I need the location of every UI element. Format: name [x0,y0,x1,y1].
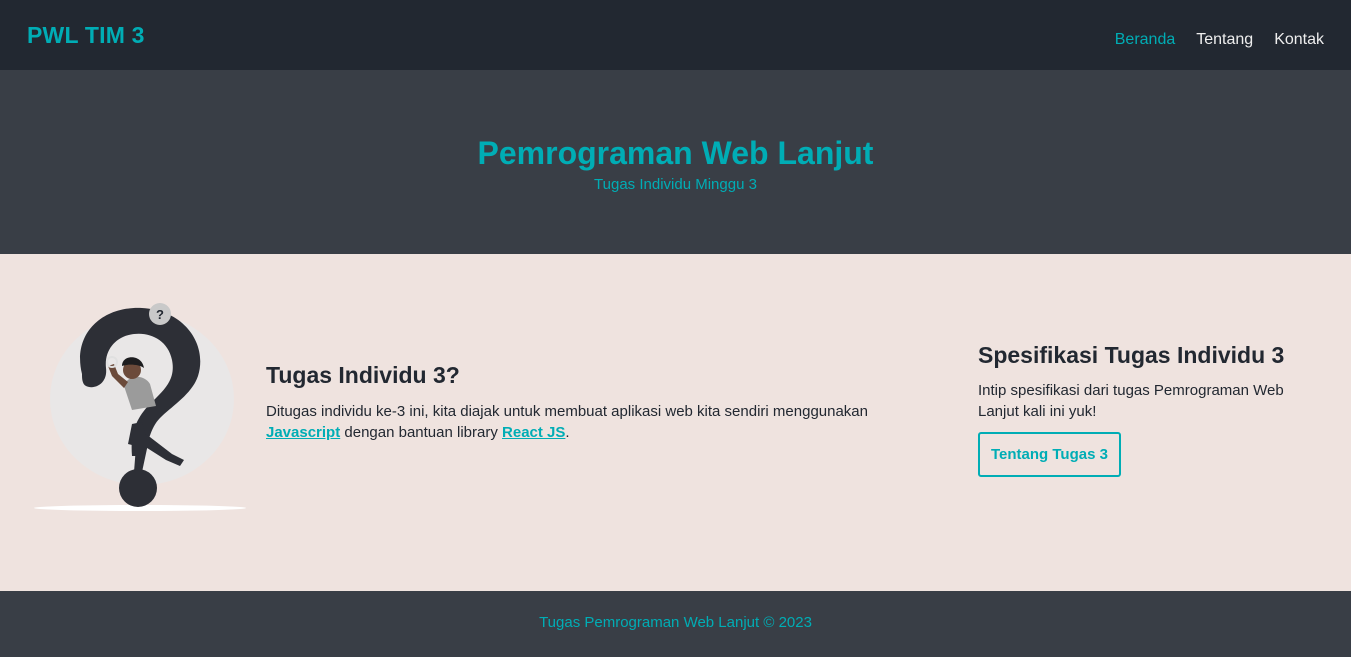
navbar: PWL TIM 3 Beranda Tentang Kontak [0,0,1351,70]
intro-text: Ditugas individu ke-3 ini, kita diajak u… [266,401,936,443]
main-content: ? Tugas Individu 3? Ditugas individu ke-… [0,254,1351,591]
hero-subtitle: Tugas Individu Minggu 3 [594,176,757,193]
brand-logo-link[interactable]: PWL TIM 3 [27,22,145,49]
spec-text: Intip spesifikasi dari tugas Pemrograman… [978,382,1284,420]
footer-text: Tugas Pemrograman Web Lanjut © 2023 [539,614,812,631]
nav-link-beranda[interactable]: Beranda [1115,31,1176,49]
nav-link-kontak[interactable]: Kontak [1274,31,1324,49]
question-badge-text: ? [156,307,164,322]
react-js-link[interactable]: React JS [502,424,565,441]
nav-link-tentang[interactable]: Tentang [1196,31,1253,49]
intro-block: Tugas Individu 3? Ditugas individu ke-3 … [266,362,936,443]
intro-title: Tugas Individu 3? [266,362,460,388]
tentang-tugas-button[interactable]: Tentang Tugas 3 [978,432,1121,477]
question-person-illustration: ? [34,303,246,511]
nav-links: Beranda Tentang Kontak [1115,31,1324,49]
spec-block: Spesifikasi Tugas Individu 3 Intip spesi… [978,342,1323,477]
hero-section: Pemrograman Web Lanjut Tugas Individu Mi… [0,70,1351,254]
spec-title: Spesifikasi Tugas Individu 3 [978,342,1285,368]
ball [119,469,157,507]
intro-text-after: . [565,424,570,441]
intro-text-before: Ditugas individu ke-3 ini, kita diajak u… [266,403,868,420]
hero-title: Pemrograman Web Lanjut [477,135,874,171]
javascript-link[interactable]: Javascript [266,424,340,441]
intro-text-middle: dengan bantuan library [340,424,503,441]
footer: Tugas Pemrograman Web Lanjut © 2023 [0,591,1351,657]
